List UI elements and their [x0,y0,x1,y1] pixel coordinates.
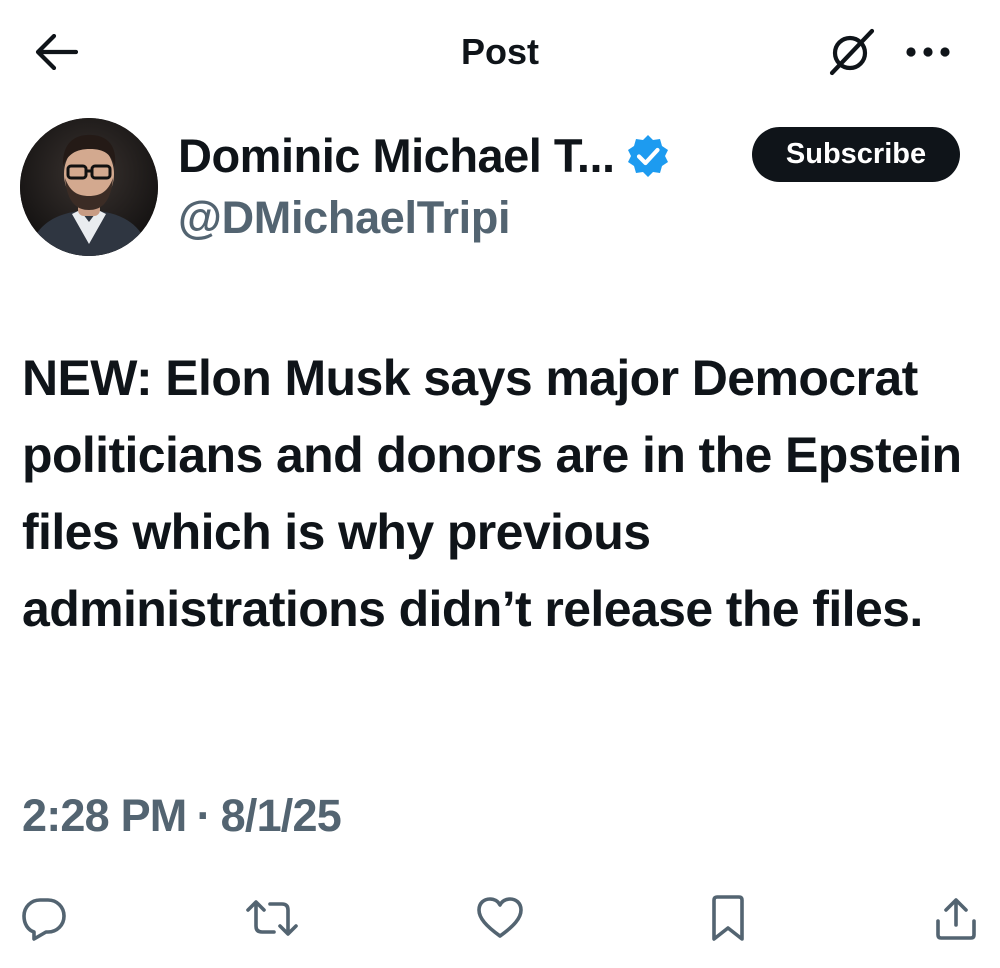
share-button[interactable] [926,888,986,948]
subscribe-button[interactable]: Subscribe [752,127,960,182]
action-bar [0,888,1000,952]
post-text: NEW: Elon Musk says major Democrat polit… [22,350,962,637]
grok-button[interactable] [822,24,882,80]
more-options-button[interactable] [898,28,958,76]
grok-icon [829,28,875,76]
reply-icon [22,898,66,941]
verified-badge-icon[interactable] [625,133,671,179]
like-button[interactable] [470,888,530,948]
heart-icon [477,897,523,938]
top-bar: Post [0,0,1000,104]
user-handle[interactable]: @DMichaelTripi [178,190,511,246]
post-date: 8/1/25 [220,790,342,841]
repost-icon [246,900,298,936]
more-horizontal-icon [906,47,950,57]
timestamp-separator: · [196,790,211,841]
display-name[interactable]: Dominic Michael T... [178,128,615,184]
bookmark-icon [712,895,744,941]
avatar[interactable] [20,118,158,256]
reply-button[interactable] [14,888,74,948]
post-timestamp[interactable]: 2:28 PM · 8/1/25 [22,786,342,846]
profile-photo [20,118,158,256]
display-name-row: Dominic Michael T... [178,126,671,186]
repost-button[interactable] [242,888,302,948]
post-time: 2:28 PM [22,790,187,841]
back-button[interactable] [30,28,82,76]
bookmark-button[interactable] [698,888,758,948]
arrow-left-icon [35,34,78,70]
share-icon [936,898,976,940]
